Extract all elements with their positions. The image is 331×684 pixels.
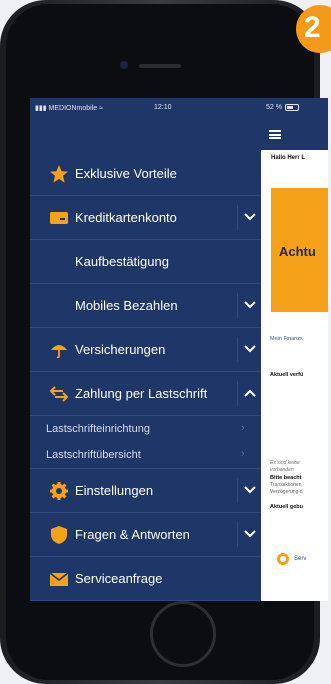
notice-title: Bitte beacht (270, 475, 302, 481)
menu-item-label: Fragen & Antworten (75, 527, 190, 542)
menu-item-fragen-antworten[interactable]: Fragen & Antworten (30, 513, 261, 557)
menu-item-exklusive-vorteile[interactable]: Exklusive Vorteile (30, 152, 261, 196)
hamburger-menu-icon[interactable] (269, 130, 281, 139)
menu-item-label: Kaufbestätigung (75, 254, 169, 269)
no-data-note: Es sind keine vorhanden (270, 460, 300, 473)
menu-item-serviceanfrage[interactable]: Serviceanfrage (30, 557, 261, 601)
booked-label: Aktuell gebu (270, 504, 304, 510)
chevron-right-icon: › (241, 422, 245, 434)
chevron-down-icon[interactable] (237, 522, 262, 547)
menu-item-label: Mobiles Bezahlen (75, 298, 178, 313)
menu-item-label: Kreditkartenkonto (75, 210, 177, 225)
submenu-item-lastschriftuebersicht[interactable]: Lastschriftübersicht › (30, 442, 261, 469)
finance-link[interactable]: Mein Finanzs (270, 336, 303, 342)
menu-item-label: Einstellungen (75, 483, 154, 498)
star-icon (49, 164, 69, 184)
menu-item-zahlung-per-lastschrift[interactable]: Zahlung per Lastschrift (30, 372, 261, 416)
envelope-icon (49, 569, 69, 589)
side-menu: Exklusive Vorteile Kreditkartenkonto Kau… (30, 152, 261, 601)
available-balance-label: Aktuell verfü (270, 372, 304, 378)
submenu-item-label: Lastschriftübersicht (46, 449, 141, 461)
home-button[interactable] (150, 601, 216, 667)
earpiece-speaker (139, 64, 181, 68)
chevron-down-icon[interactable] (237, 205, 262, 230)
menu-item-label: Serviceanfrage (75, 571, 163, 586)
menu-item-label: Exklusive Vorteile (75, 166, 177, 181)
carrier-label: ▮▮▮ MEDIONmobile ≈ (35, 105, 103, 112)
umbrella-icon (49, 340, 69, 360)
chevron-right-icon: › (241, 448, 245, 460)
chevron-down-icon[interactable] (237, 337, 262, 362)
chevron-down-icon[interactable] (237, 478, 262, 503)
notice-text: Transaktionen Verzögerung d (270, 482, 303, 495)
battery-icon (284, 104, 299, 111)
menu-item-label: Zahlung per Lastschrift (75, 386, 208, 401)
app-header (261, 118, 328, 150)
menu-item-einstellungen[interactable]: Einstellungen (30, 469, 261, 513)
chevron-up-icon[interactable] (237, 381, 262, 406)
battery-indicator: 52 % (266, 104, 299, 111)
greeting-text: Hallo Herr L (271, 155, 306, 161)
shield-icon (49, 525, 69, 545)
status-bar: ▮▮▮ MEDIONmobile ≈ 12:10 52 % (30, 98, 328, 118)
gear-icon (49, 481, 69, 501)
menu-item-label: Versicherungen (75, 342, 166, 357)
clock: 12:10 (154, 104, 172, 111)
menu-item-kaufbestaetigung[interactable]: Kaufbestätigung (30, 240, 261, 284)
service-link[interactable]: Serv (294, 556, 306, 562)
submenu-item-label: Lastschrifteinrichtung (46, 423, 150, 435)
menu-item-versicherungen[interactable]: Versicherungen (30, 328, 261, 372)
credit-card-icon (49, 208, 69, 228)
lifebuoy-icon (277, 553, 289, 565)
main-content-peek[interactable]: Hallo Herr L Achtu Mein Finanzs Aktuell … (261, 118, 328, 601)
menu-item-kreditkartenkonto[interactable]: Kreditkartenkonto (30, 196, 261, 240)
submenu-item-lastschrifteinrichtung[interactable]: Lastschrifteinrichtung › (30, 416, 261, 442)
app-screen: ▮▮▮ MEDIONmobile ≈ 12:10 52 % Exklusive … (30, 98, 328, 601)
menu-item-mobiles-bezahlen[interactable]: Mobiles Bezahlen (30, 284, 261, 328)
chevron-down-icon[interactable] (237, 293, 262, 318)
transfer-arrows-icon (49, 384, 69, 404)
front-camera (120, 61, 128, 69)
alert-title: Achtu (279, 244, 316, 259)
